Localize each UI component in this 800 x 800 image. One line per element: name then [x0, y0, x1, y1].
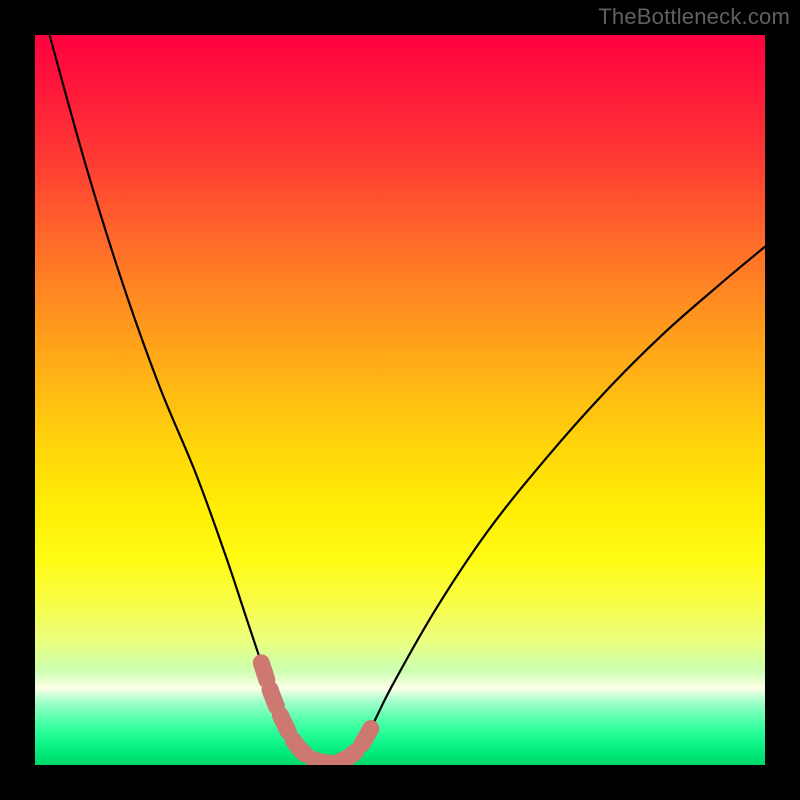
bottleneck-curve-line	[50, 35, 765, 763]
watermark-text: TheBottleneck.com	[598, 4, 790, 30]
curve-svg	[35, 35, 765, 765]
plot-area	[35, 35, 765, 765]
chart-frame: TheBottleneck.com	[0, 0, 800, 800]
curve-minimum-highlight	[261, 663, 371, 763]
